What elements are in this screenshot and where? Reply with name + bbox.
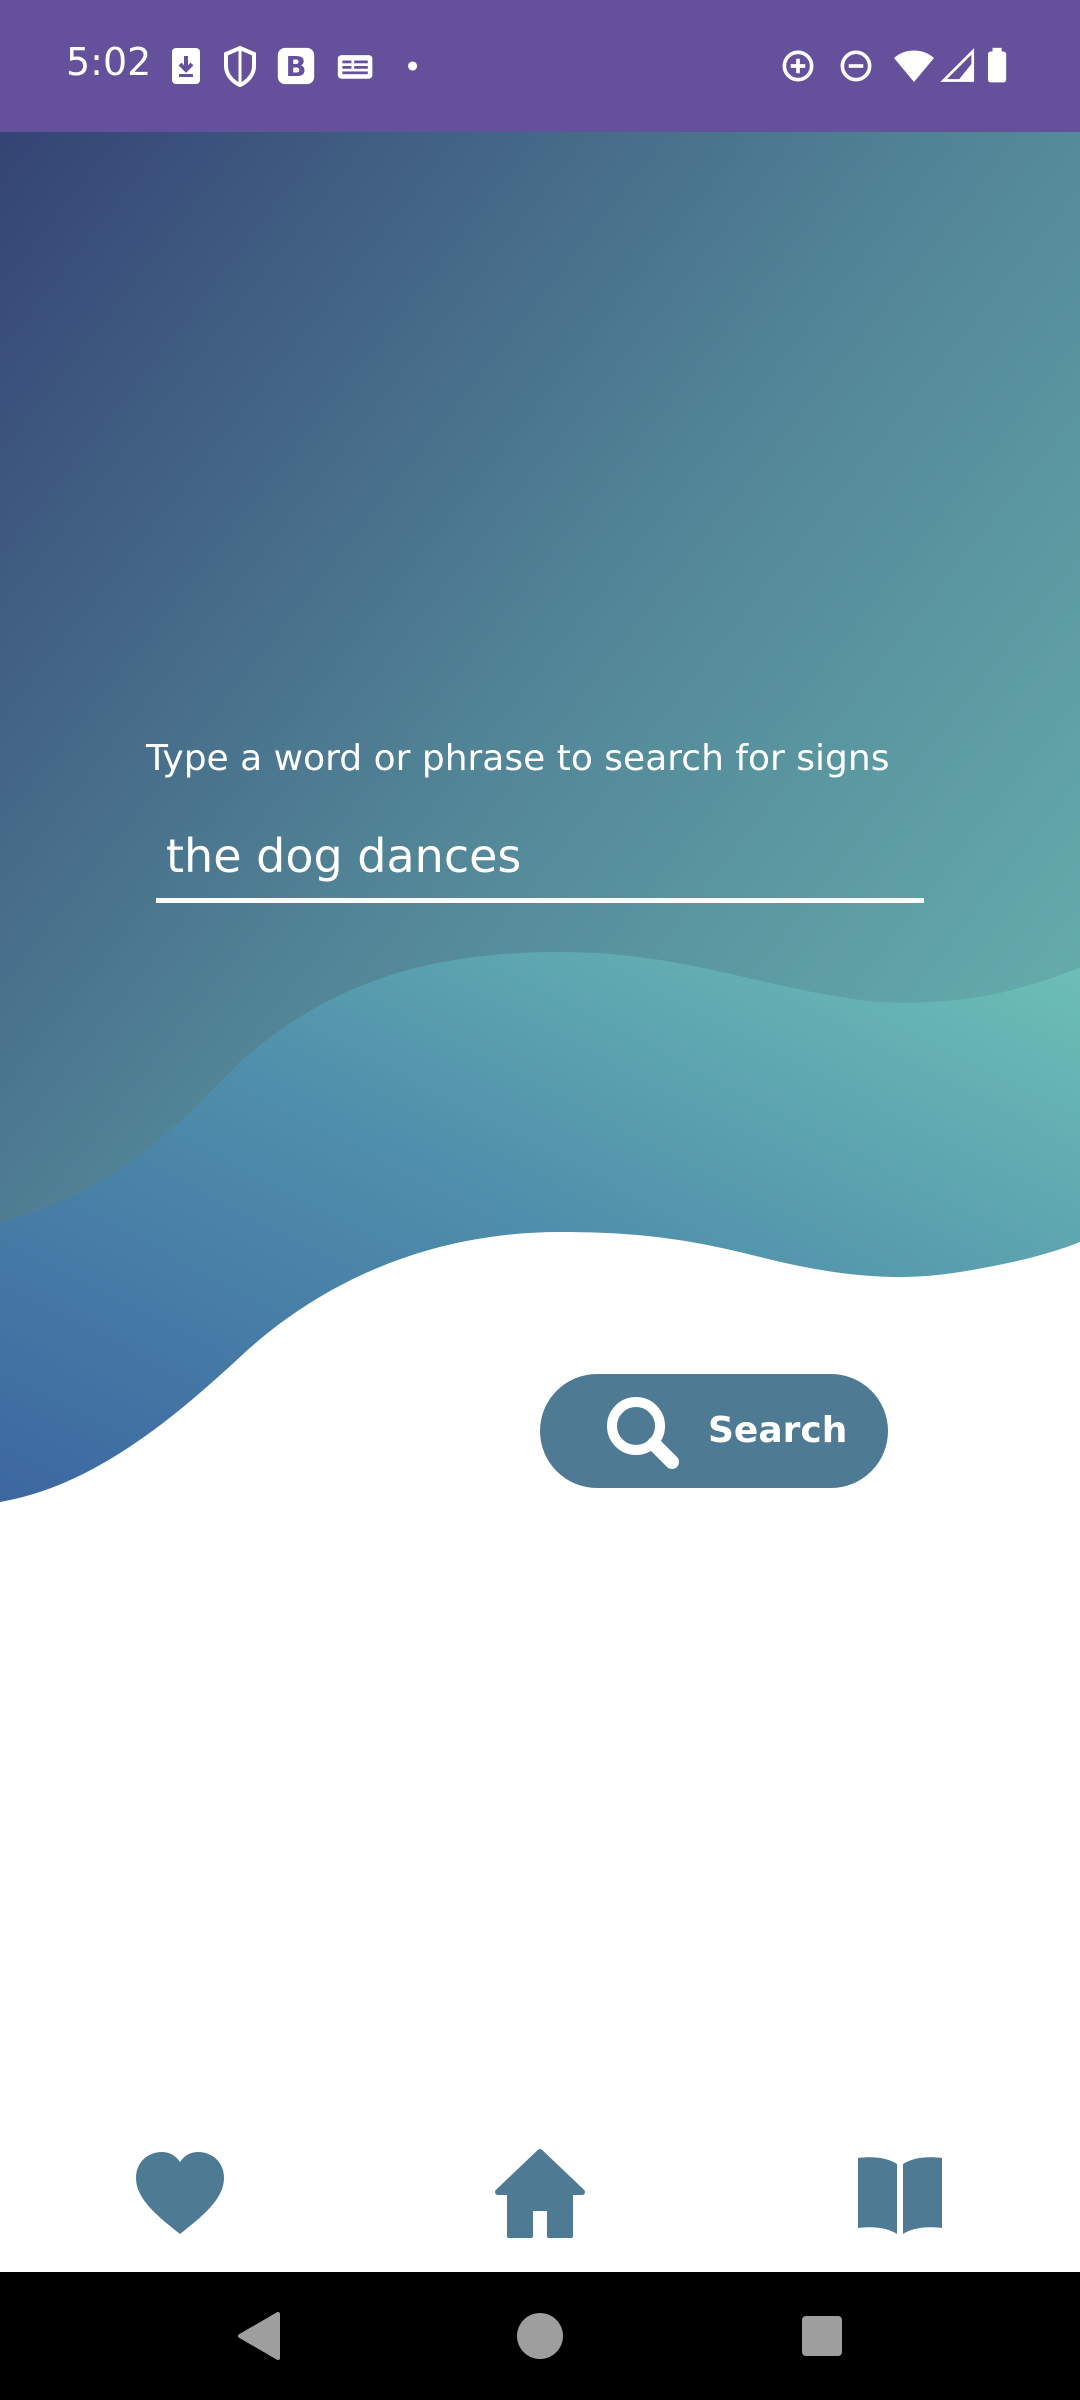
dot-icon (408, 61, 418, 71)
status-bar: 5:02 B (0, 0, 1080, 132)
data-saver-icon (782, 50, 814, 82)
wifi-icon (894, 50, 934, 82)
search-field (156, 818, 924, 903)
do-not-disturb-icon (840, 50, 872, 82)
download-icon (172, 48, 200, 84)
bold-b-icon: B (277, 47, 315, 85)
search-button-label: Search (708, 1410, 848, 1451)
signal-icon (940, 48, 975, 82)
nav-home[interactable] (490, 2148, 590, 2239)
battery-icon (988, 47, 1007, 83)
nav-dictionary[interactable] (850, 2148, 950, 2238)
nav-favorites[interactable] (130, 2148, 230, 2238)
shield-icon (224, 45, 256, 88)
back-icon[interactable] (228, 2306, 288, 2366)
search-icon (607, 1397, 679, 1469)
book-icon (858, 2157, 942, 2234)
search-input[interactable] (156, 818, 924, 894)
search-prompt: Type a word or phrase to search for sign… (146, 738, 890, 779)
search-button[interactable]: Search (540, 1374, 888, 1488)
heart-icon (136, 2152, 224, 2234)
status-time: 5:02 (66, 40, 152, 84)
bottom-nav (0, 2100, 1080, 2272)
home-icon (495, 2149, 585, 2239)
recents-icon[interactable] (792, 2306, 852, 2366)
svg-text:B: B (286, 52, 307, 83)
news-icon (337, 55, 373, 79)
system-nav-bar (0, 2272, 1080, 2400)
home-circle-icon[interactable] (510, 2306, 570, 2366)
